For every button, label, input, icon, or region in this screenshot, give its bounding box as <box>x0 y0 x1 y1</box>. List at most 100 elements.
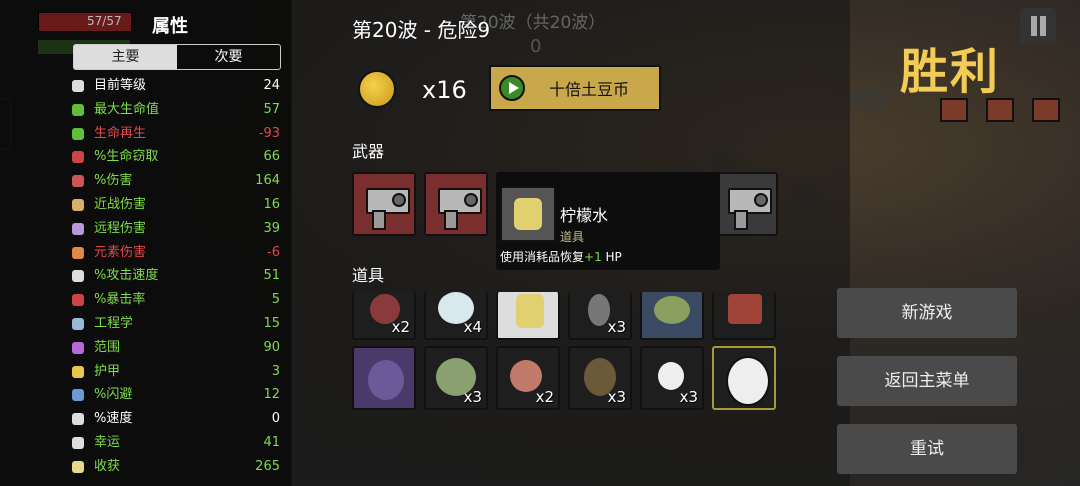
stat-value: 3 <box>271 363 280 379</box>
smg-icon <box>366 188 410 230</box>
stat-value: 51 <box>263 268 280 284</box>
lemonade-icon <box>516 294 544 328</box>
lemonade-glass <box>514 198 542 230</box>
item-count: x3 <box>463 388 482 406</box>
stat-value: 24 <box>263 78 280 93</box>
item-slot[interactable] <box>640 292 704 340</box>
egg-face-icon <box>726 356 770 406</box>
stat-label: %暴击率 <box>94 292 146 308</box>
item-icon <box>658 362 684 390</box>
regen-icon <box>72 127 84 140</box>
tab-secondary[interactable]: 次要 <box>177 45 280 69</box>
stat-label: 目前等级 <box>94 78 147 93</box>
chest-icon <box>940 98 968 122</box>
item-slot[interactable]: x3 <box>568 292 632 340</box>
stat-row: 护甲 3 <box>70 361 282 383</box>
stat-label: 生命再生 <box>94 125 147 141</box>
item-icon <box>728 294 762 324</box>
pause-button[interactable] <box>1020 8 1056 44</box>
play-icon <box>499 75 525 101</box>
stat-label: %速度 <box>94 411 133 427</box>
weapon-slot[interactable] <box>424 172 488 236</box>
tooltip-desc-bonus: +1 <box>584 250 602 264</box>
item-count: x3 <box>607 318 626 336</box>
tooltip-item-type: 道具 <box>560 230 585 244</box>
stat-row: 工程学 15 <box>70 313 282 335</box>
stat-label: 最大生命值 <box>94 101 160 117</box>
coin-count: x16 <box>422 76 467 104</box>
stat-row: %攻击速度 51 <box>70 265 282 287</box>
chest-icon <box>1032 98 1060 122</box>
background-enemy <box>850 85 890 111</box>
range-icon <box>72 341 84 354</box>
stat-value: 41 <box>263 435 280 450</box>
stat-label: 近战伤害 <box>94 197 147 212</box>
stat-label: %生命窃取 <box>94 149 159 165</box>
item-slot[interactable] <box>712 292 776 340</box>
crit-icon <box>72 294 84 307</box>
victory-title: 胜利 <box>900 44 1001 100</box>
stat-label: %伤害 <box>94 173 133 189</box>
luck-icon <box>72 437 84 449</box>
stat-value: 265 <box>255 458 280 474</box>
tooltip-desc-prefix: 使用消耗品恢复 <box>500 250 585 264</box>
item-slot[interactable] <box>352 346 416 410</box>
item-slot[interactable]: x2 <box>352 292 416 340</box>
stat-row: %闪避 12 <box>70 384 282 406</box>
stat-row: %速度 0 <box>70 408 282 430</box>
stats-title: 属性 <box>152 16 188 37</box>
stat-label: 范围 <box>94 339 121 355</box>
new-game-button[interactable]: 新游戏 <box>837 288 1017 338</box>
level-icon <box>72 80 84 92</box>
smg-icon <box>438 188 482 230</box>
stat-row: 生命再生 -93 <box>70 123 282 145</box>
stat-value: 15 <box>263 316 280 331</box>
item-slot[interactable]: x2 <box>496 346 560 410</box>
item-slot-selected[interactable] <box>496 292 560 340</box>
item-slot[interactable]: x3 <box>424 346 488 410</box>
item-icon <box>368 360 404 400</box>
stat-value: 0 <box>271 411 280 427</box>
stat-label: 元素伤害 <box>94 244 147 260</box>
stat-value: 66 <box>263 149 280 165</box>
smg-icon <box>728 188 772 230</box>
tooltip-description: 使用消耗品恢复+1 HP <box>500 248 622 265</box>
stat-value: -6 <box>267 244 280 260</box>
item-icon <box>654 296 690 324</box>
stat-row: 幸运 41 <box>70 432 282 454</box>
item-count: x4 <box>463 318 482 336</box>
stat-row: %暴击率 5 <box>70 289 282 311</box>
item-count: x2 <box>535 388 554 406</box>
dodge-icon <box>72 389 84 402</box>
stat-value: 90 <box>263 339 280 355</box>
retry-button[interactable]: 重试 <box>837 424 1017 474</box>
stats-tabs: 主要 次要 <box>73 44 281 70</box>
item-count: x2 <box>391 318 410 336</box>
tooltip-item-name: 柠檬水 <box>560 206 609 225</box>
stat-label: %闪避 <box>94 387 133 403</box>
stat-row: 最大生命值 57 <box>70 99 282 121</box>
tenx-coins-button[interactable]: 十倍土豆币 <box>489 65 661 111</box>
stat-label: %攻击速度 <box>94 268 159 284</box>
stat-value: 16 <box>263 197 280 212</box>
stat-row: 元素伤害 -6 <box>70 242 282 264</box>
wave-title: 第20波 - 危险9 <box>352 18 491 42</box>
weapons-label: 武器 <box>352 142 385 161</box>
stat-label: 收获 <box>94 458 121 474</box>
item-tooltip: 柠檬水 道具 使用消耗品恢复+1 HP <box>496 172 720 270</box>
item-count: x3 <box>607 388 626 406</box>
item-slot[interactable]: x3 <box>640 346 704 410</box>
speed-icon <box>72 413 84 426</box>
stat-label: 远程伤害 <box>94 220 147 236</box>
stat-row: 目前等级 24 <box>70 75 282 97</box>
attack-speed-icon <box>72 270 84 283</box>
elemental-icon <box>72 246 84 259</box>
tab-primary[interactable]: 主要 <box>74 45 177 69</box>
item-slot[interactable] <box>712 346 776 410</box>
weapon-slot[interactable] <box>352 172 416 236</box>
stat-value: 39 <box>263 220 280 236</box>
item-slot[interactable]: x3 <box>568 346 632 410</box>
main-menu-button[interactable]: 返回主菜单 <box>837 356 1017 406</box>
weapon-slot[interactable] <box>714 172 778 236</box>
item-slot[interactable]: x4 <box>424 292 488 340</box>
